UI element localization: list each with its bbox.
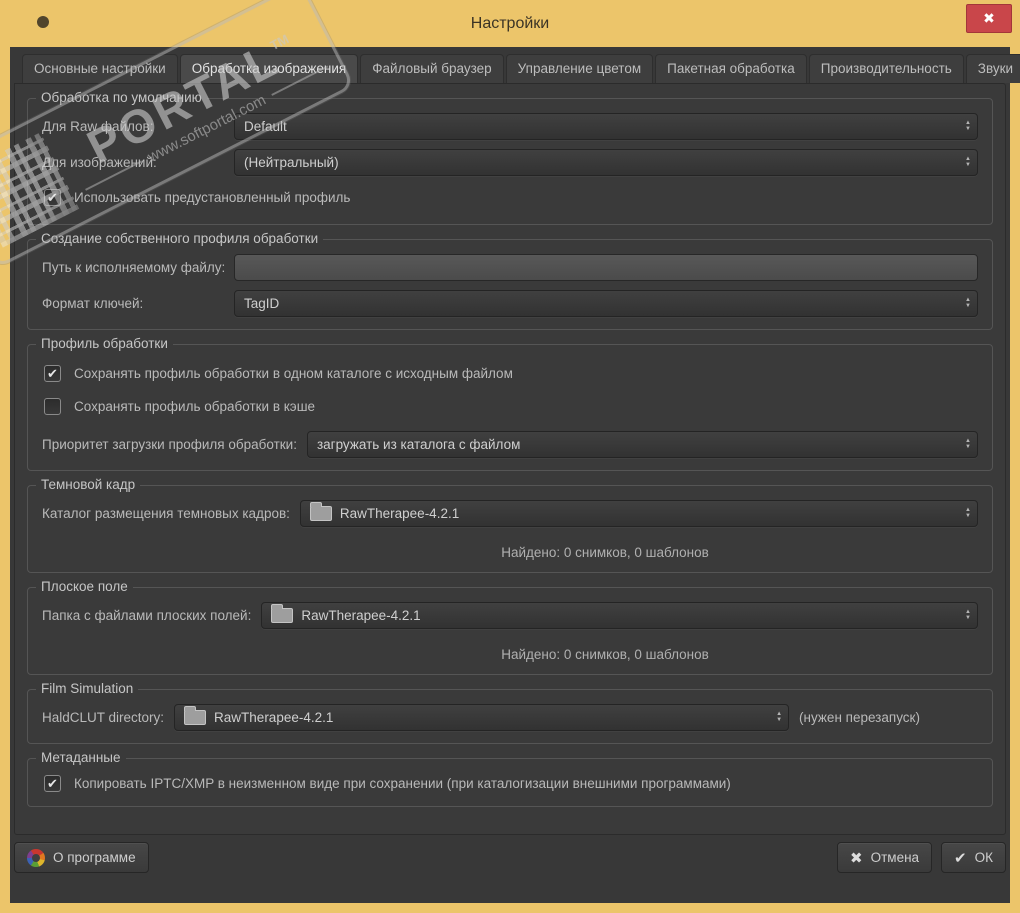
section-flat-field: Плоское поле Папка с файлами плоских пол… — [27, 579, 993, 675]
section-film-simulation: Film Simulation HaldCLUT directory: RawT… — [27, 681, 993, 744]
spinner-icon: ▲ ▼ — [965, 609, 971, 621]
tab-panel: Обработка по умолчанию Для Raw файлов: D… — [14, 83, 1006, 835]
use-bundled-checkbox[interactable]: ✔ — [44, 189, 61, 206]
close-icon[interactable]: ✖ — [966, 4, 1012, 33]
tab-file-browser[interactable]: Файловый браузер — [360, 54, 504, 83]
copy-iptc-label: Копировать IPTC/XMP в неизменном виде пр… — [74, 776, 731, 791]
spinner-icon: ▲ ▼ — [965, 120, 971, 132]
section-title: Метаданные — [36, 750, 126, 765]
section-title: Темновой кадр — [36, 477, 141, 492]
section-title: Создание собственного профиля обработки — [36, 231, 324, 246]
keys-format-label: Формат ключей: — [42, 296, 144, 311]
check-icon: ✔ — [954, 849, 967, 867]
window-title: Настройки — [470, 14, 550, 32]
section-default-processing: Обработка по умолчанию Для Raw файлов: D… — [27, 90, 993, 225]
tab-bar: Основные настройки Обработка изображения… — [10, 47, 1020, 83]
section-title: Обработка по умолчанию — [36, 90, 207, 105]
tab-general-settings[interactable]: Основные настройки — [22, 54, 178, 83]
cross-icon: ✖ — [850, 849, 863, 867]
image-profile-select[interactable]: (Нейтральный) ▲ ▼ — [234, 149, 978, 176]
folder-icon — [184, 706, 207, 725]
copy-iptc-checkbox[interactable]: ✔ — [44, 775, 61, 792]
save-profile-with-file-checkbox[interactable]: ✔ — [44, 365, 61, 382]
titlebar: Настройки ✖ — [10, 0, 1012, 47]
image-profile-label: Для изображений: — [42, 155, 157, 170]
profile-priority-label: Приоритет загрузки профиля обработки: — [42, 437, 297, 452]
flat-field-dir-label: Папка с файлами плоских полей: — [42, 608, 252, 623]
tab-batch-processing[interactable]: Пакетная обработка — [655, 54, 807, 83]
tab-performance[interactable]: Производительность — [808, 54, 964, 83]
executable-path-input[interactable] — [234, 254, 978, 281]
flat-field-dir-select[interactable]: RawTherapee-4.2.1 ▲ ▼ — [261, 602, 978, 629]
section-title: Плоское поле — [36, 579, 133, 594]
dark-frame-found-status: Найдено: 0 снимков, 0 шаблонов — [501, 545, 709, 560]
executable-path-label: Путь к исполняемому файлу: — [42, 260, 226, 275]
raw-profile-label: Для Raw файлов: — [42, 119, 154, 134]
spinner-icon: ▲ ▼ — [965, 156, 971, 168]
save-profile-with-file-label: Сохранять профиль обработки в одном ката… — [74, 366, 513, 381]
spinner-icon: ▲ ▼ — [965, 507, 971, 519]
profile-priority-select[interactable]: загружать из каталога с файлом ▲ ▼ — [306, 431, 978, 458]
tab-color-management[interactable]: Управление цветом — [505, 54, 654, 83]
dialog-content: Основные настройки Обработка изображения… — [10, 47, 1020, 903]
settings-window: Настройки ✖ Основные настройки Обработка… — [0, 0, 1020, 913]
use-bundled-label: Использовать предустановленный профиль — [74, 190, 351, 205]
folder-icon — [271, 604, 294, 623]
ok-button[interactable]: ✔ ОК — [941, 842, 1006, 873]
restart-note: (нужен перезапуск) — [799, 710, 920, 725]
section-processing-profile: Профиль обработки ✔ Сохранять профиль об… — [27, 336, 993, 471]
save-profile-cache-checkbox[interactable]: ✔ — [44, 398, 61, 415]
about-button[interactable]: О программе — [14, 842, 149, 873]
tab-image-processing[interactable]: Обработка изображения — [179, 54, 359, 83]
spinner-icon: ▲ ▼ — [965, 297, 971, 309]
spinner-icon: ▲ ▼ — [965, 438, 971, 450]
section-title: Film Simulation — [36, 681, 139, 696]
spinner-icon: ▲ ▼ — [776, 711, 783, 723]
haldclut-dir-label: HaldCLUT directory: — [42, 710, 165, 725]
dark-frame-dir-select[interactable]: RawTherapee-4.2.1 ▲ ▼ — [299, 500, 978, 527]
keys-format-select[interactable]: TagID ▲ ▼ — [234, 290, 978, 317]
section-title: Профиль обработки — [36, 336, 173, 351]
flat-field-found-status: Найдено: 0 снимков, 0 шаблонов — [501, 647, 709, 662]
haldclut-dir-select[interactable]: RawTherapee-4.2.1 ▲ ▼ — [174, 704, 790, 731]
raw-profile-select[interactable]: Default ▲ ▼ — [234, 113, 978, 140]
dark-frame-dir-label: Каталог размещения темновых кадров: — [42, 506, 290, 521]
section-metadata: Метаданные ✔ Копировать IPTC/XMP в неизм… — [27, 750, 993, 807]
cancel-button[interactable]: ✖ Отмена — [837, 842, 933, 873]
rawtherapee-logo-icon — [27, 848, 45, 867]
footer-bar: О программе ✖ Отмена ✔ ОК — [10, 835, 1010, 873]
save-profile-cache-label: Сохранять профиль обработки в кэше — [74, 399, 316, 414]
folder-icon — [309, 502, 332, 521]
section-custom-profile: Создание собственного профиля обработки … — [27, 231, 993, 330]
section-dark-frame: Темновой кадр Каталог размещения темновы… — [27, 477, 993, 573]
tab-sounds[interactable]: Звуки — [965, 54, 1020, 83]
